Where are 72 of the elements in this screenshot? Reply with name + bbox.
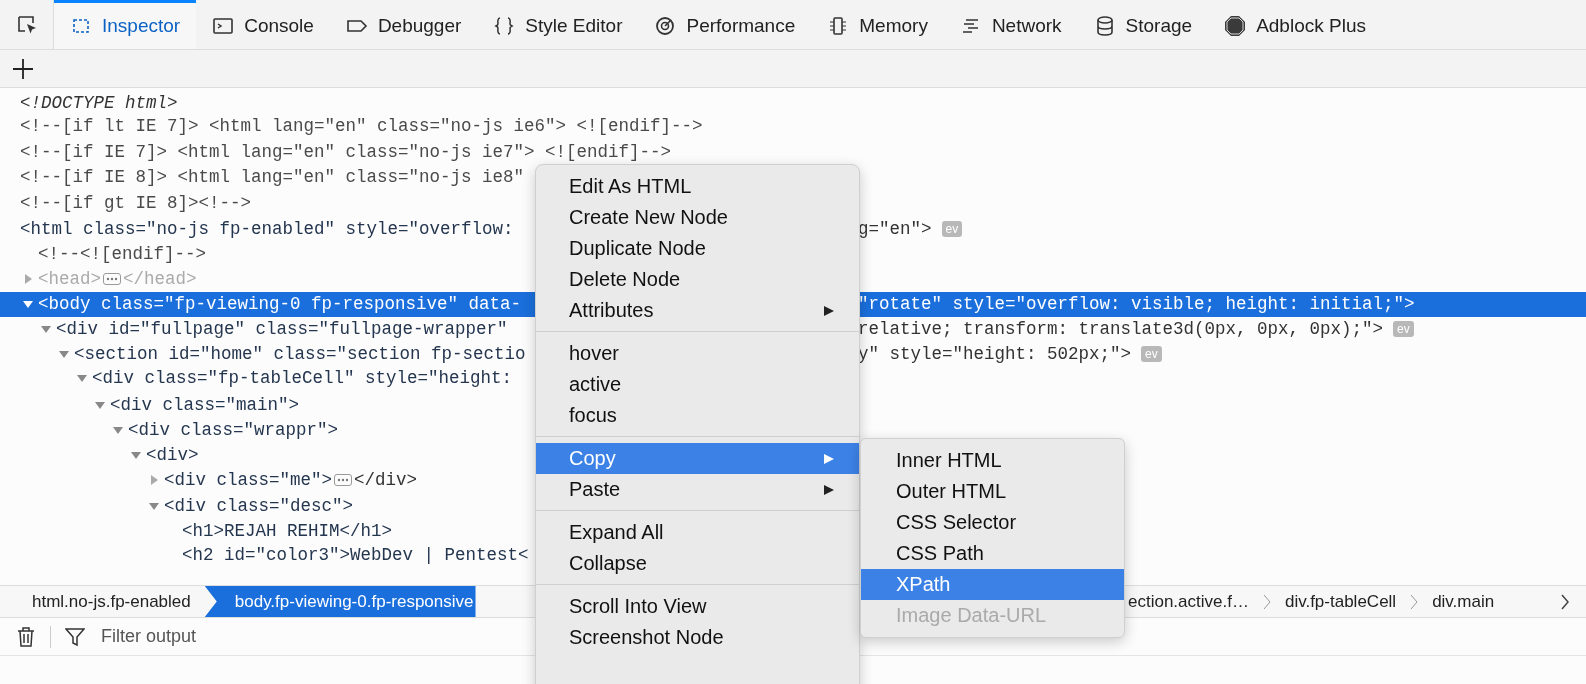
menu-item[interactable]: CSS Selector	[861, 507, 1124, 538]
menu-item[interactable]: Create New Node	[536, 202, 859, 233]
markup-line[interactable]: <!DOCTYPE html>	[20, 92, 178, 113]
menu-item[interactable]: focus	[536, 400, 859, 431]
markup-line[interactable]: <!--[if IE 8]> <html lang="en" class="no-js ie8"	[20, 166, 525, 187]
menu-item[interactable]: active	[536, 369, 859, 400]
devtools-tab[interactable]: Network	[943, 0, 1078, 49]
devtools-tab[interactable]: Memory	[811, 0, 944, 49]
add-node-button[interactable]	[12, 57, 34, 80]
devtools-tab[interactable]: Storage	[1077, 0, 1209, 49]
menu-item[interactable]: Inner HTML	[861, 445, 1124, 476]
menu-item[interactable]: Paste	[536, 474, 859, 505]
breadcrumb[interactable]: body.fp-viewing-0.fp-responsive	[204, 586, 476, 617]
chevron-icon	[1410, 593, 1419, 610]
devtools-tab[interactable]: Performance	[638, 0, 812, 49]
markup-line[interactable]: <div class="fp-tableCell" style="height:	[92, 368, 513, 389]
menu-item[interactable]: Expand All	[536, 517, 859, 548]
devtools-tab[interactable]: Adblock Plus	[1208, 0, 1382, 49]
menu-item[interactable]: Copy	[536, 443, 859, 474]
octagon-icon	[1224, 15, 1247, 37]
markup-line[interactable]: <div class="wrappr">	[128, 420, 339, 441]
menu-item[interactable]: XPath	[861, 569, 1124, 600]
disclosure-triangle-icon[interactable]	[22, 272, 34, 285]
markup-line: "rotate" style="overflow: visible; height: initial;">	[858, 294, 1415, 315]
markup-line[interactable]: <div class="me">	[164, 470, 333, 491]
markup-line[interactable]: <html class="no-js fp-enabled" style="overflow:	[20, 218, 514, 239]
markup-line[interactable]: <div class="desc">	[164, 495, 354, 516]
markup-line[interactable]: <h2 id="color3">WebDev | Pentest<	[182, 544, 529, 565]
disclosure-triangle-icon[interactable]	[148, 474, 160, 487]
devtools-tab[interactable]: Console	[196, 0, 330, 49]
trash-icon[interactable]	[16, 625, 36, 648]
menu-item[interactable]: Scroll Into View	[536, 591, 859, 622]
devtools-tab[interactable]: Debugger	[329, 0, 478, 49]
menu-item[interactable]: CSS Path	[861, 538, 1124, 569]
menu-item[interactable]: Collapse	[536, 548, 859, 579]
devtools-tab[interactable]: Style Editor	[477, 0, 639, 49]
markup-line[interactable]: <!--[if IE 7]> <html lang="en" class="no-js ie7"> <![endif]-->	[20, 141, 672, 162]
menu-item[interactable]: Edit As HTML	[536, 171, 859, 202]
chevron-icon	[1262, 593, 1271, 610]
filter-field[interactable]: Filter output	[99, 625, 403, 648]
markup-line[interactable]: <div class="main">	[110, 394, 300, 415]
braces-icon	[493, 15, 516, 37]
markup-line[interactable]: <body class="fp-viewing-0 fp-responsive" data-	[38, 294, 522, 315]
markup-line[interactable]: <h1>REJAH REHIM</h1>	[182, 520, 393, 541]
menu-item[interactable]: Duplicate Node	[536, 233, 859, 264]
breadcrumb[interactable]: html.no-js.fp-enabled	[0, 586, 205, 617]
markup-line: g="en">	[858, 218, 932, 239]
closing-tag: </head>	[123, 268, 197, 289]
ellipsis-icon[interactable]	[334, 474, 353, 487]
markup-line: relative; transform: translate3d(0px, 0px, 0px);">	[858, 319, 1384, 340]
filter-icon[interactable]	[65, 626, 85, 647]
scroll-right-icon[interactable]	[1560, 592, 1570, 611]
breadcrumb[interactable]: ection.active.f…	[1128, 586, 1249, 617]
markup-line[interactable]: <div>	[146, 445, 199, 466]
menu-item[interactable]: Outer HTML	[861, 476, 1124, 507]
markup-line[interactable]: <div id="fullpage" class="fullpage-wrapper"	[56, 319, 508, 340]
menu-item[interactable]: Screenshot Node	[536, 622, 859, 653]
markup-line[interactable]: <!--[if lt IE 7]> <html lang="en" class="no-js ie6"> <![endif]-->	[20, 116, 703, 137]
ellipsis-icon[interactable]	[103, 272, 121, 285]
breadcrumb[interactable]: div.fp-tableCell	[1284, 586, 1397, 617]
closing-tag: </div>	[354, 470, 418, 491]
element-picker-icon	[15, 13, 38, 36]
markup-line[interactable]: <!--[if gt IE 8]><!-->	[20, 193, 252, 214]
menu-item[interactable]: hover	[536, 338, 859, 369]
terminal-icon	[212, 15, 235, 37]
gauge-icon	[654, 15, 677, 37]
breadcrumb[interactable]: div.main	[1432, 586, 1495, 617]
menu-item[interactable]: Delete Node	[536, 264, 859, 295]
markup-line[interactable]: <section id="home" class="section fp-sectio	[74, 344, 526, 365]
menu-item[interactable]: Attributes	[536, 295, 859, 326]
markup-line[interactable]: <!--<![endif]-->	[38, 243, 207, 264]
devtools-tab[interactable]: Inspector	[54, 0, 197, 49]
